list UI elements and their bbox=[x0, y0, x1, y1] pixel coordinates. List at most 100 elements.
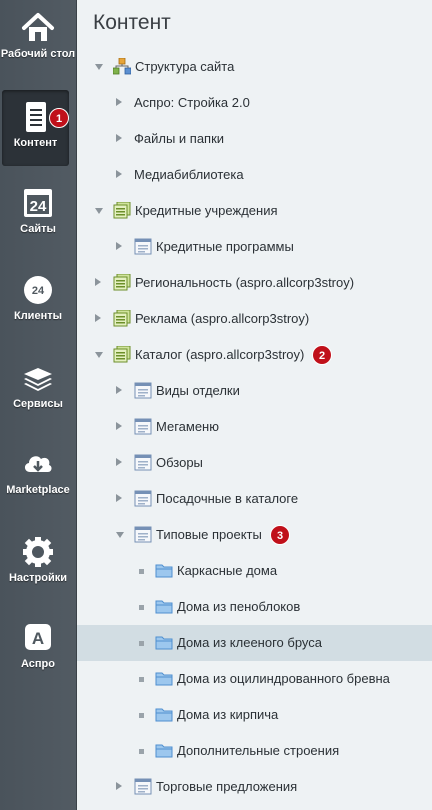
nav-marketplace[interactable]: Marketplace bbox=[0, 448, 76, 497]
tree-item[interactable]: Типовые проекты 3 bbox=[77, 517, 432, 553]
tree-item-label: Мегаменю bbox=[156, 419, 219, 434]
expand-arrow-down-icon[interactable] bbox=[116, 532, 124, 538]
tree-item[interactable]: Каркасные дома bbox=[77, 553, 432, 589]
expand-arrow-right-icon[interactable] bbox=[116, 494, 122, 502]
nav-sites[interactable]: 24 Сайты bbox=[0, 187, 76, 236]
iblock-icon bbox=[134, 238, 152, 255]
iblock-type-icon bbox=[113, 345, 131, 363]
tree-item[interactable]: Реклама (aspro.allcorp3stroy) bbox=[77, 301, 432, 337]
tree-item[interactable]: Файлы и папки bbox=[77, 121, 432, 157]
tree-item-label: Кредитные учреждения bbox=[135, 203, 278, 218]
page-title: Контент bbox=[93, 11, 171, 34]
expand-arrow-down-icon[interactable] bbox=[95, 352, 103, 358]
tree-item[interactable]: Дополнительные строения bbox=[77, 733, 432, 769]
tree-item-label: Аспро: Стройка 2.0 bbox=[134, 95, 250, 110]
tree-item-label: Виды отделки bbox=[156, 383, 240, 398]
expand-arrow-right-icon[interactable] bbox=[116, 386, 122, 394]
expand-arrow-right-icon[interactable] bbox=[116, 98, 122, 106]
tree-item-label: Типовые проекты bbox=[156, 527, 262, 542]
tree-item-label: Дополнительные строения bbox=[177, 743, 340, 758]
tree-item[interactable]: Кредитные учреждения bbox=[77, 193, 432, 229]
clients-number: 24 bbox=[32, 285, 45, 297]
tree-item-label: Дома из кирпича bbox=[177, 707, 279, 722]
tree-item-label: Дома из клееного бруса bbox=[177, 635, 322, 650]
folder-icon bbox=[155, 634, 173, 651]
nav-aspro-label: Аспро bbox=[21, 658, 55, 670]
tree-item[interactable]: Региональность (aspro.allcorp3stroy) bbox=[77, 265, 432, 301]
nav-desktop[interactable]: Рабочий стол bbox=[0, 12, 76, 61]
gear-icon bbox=[23, 537, 53, 567]
expand-arrow-down-icon[interactable] bbox=[95, 64, 103, 70]
tree-item[interactable]: Посадочные в каталоге bbox=[77, 481, 432, 517]
tree-item-label: Каталог (aspro.allcorp3stroy) bbox=[135, 347, 305, 362]
tree-item-label: Торговые предложения bbox=[156, 779, 298, 794]
iblock-type-icon bbox=[113, 273, 131, 291]
nav-services-label: Сервисы bbox=[13, 398, 63, 410]
cloud-24-icon: 24 bbox=[24, 276, 52, 304]
folder-icon bbox=[155, 598, 173, 615]
tree-item[interactable]: Мегаменю bbox=[77, 409, 432, 445]
tree-item[interactable]: Аспро: Стройка 2.0 bbox=[77, 85, 432, 121]
nav-clients-label: Клиенты bbox=[13, 310, 62, 322]
iblock-type-icon bbox=[113, 309, 131, 327]
tree-item[interactable]: Виды отделки bbox=[77, 373, 432, 409]
tree-item[interactable]: Медиабиблиотека bbox=[77, 157, 432, 193]
tree-item[interactable]: Каталог (aspro.allcorp3stroy) 2 bbox=[77, 337, 432, 373]
folder-icon bbox=[155, 670, 173, 687]
calendar-number: 24 bbox=[30, 198, 47, 215]
tree-item[interactable]: Дома из кирпича bbox=[77, 697, 432, 733]
iblock-icon bbox=[134, 526, 152, 543]
nav-sites-label: Сайты bbox=[20, 223, 56, 235]
calendar-icon: 24 bbox=[24, 189, 52, 217]
tree-item-label: Структура сайта bbox=[135, 59, 235, 74]
nav-desktop-label: Рабочий стол bbox=[0, 48, 76, 60]
aspro-letter: A bbox=[32, 629, 44, 648]
cloud-download-icon bbox=[24, 456, 52, 472]
tree-item[interactable]: Дома из пеноблоков bbox=[77, 589, 432, 625]
expand-arrow-right-icon[interactable] bbox=[95, 314, 101, 322]
bullet-icon bbox=[139, 749, 144, 754]
folder-icon bbox=[155, 706, 173, 723]
tree-item[interactable]: Обзоры bbox=[77, 445, 432, 481]
folder-icon bbox=[155, 742, 173, 759]
layers-icon bbox=[24, 368, 52, 391]
nav-settings[interactable]: Настройки bbox=[0, 536, 76, 585]
tree-item[interactable]: Кредитные программы bbox=[77, 229, 432, 265]
expand-arrow-down-icon[interactable] bbox=[95, 208, 103, 214]
tree-item[interactable]: Торговые предложения bbox=[77, 769, 432, 805]
bullet-icon bbox=[139, 605, 144, 610]
nav-clients[interactable]: 24 Клиенты bbox=[0, 274, 76, 323]
sidebar: Рабочий стол Контент 1 24 Сайты 24 Клиен… bbox=[0, 0, 77, 810]
home-icon bbox=[22, 13, 54, 41]
aspro-logo-icon: A bbox=[25, 624, 51, 650]
nav-content-label: Контент bbox=[13, 137, 58, 149]
iblock-icon bbox=[134, 454, 152, 471]
nav-content[interactable]: Контент 1 bbox=[2, 90, 69, 166]
nav-services[interactable]: Сервисы bbox=[0, 362, 76, 411]
expand-arrow-right-icon[interactable] bbox=[116, 170, 122, 178]
expand-arrow-right-icon[interactable] bbox=[116, 134, 122, 142]
expand-arrow-right-icon[interactable] bbox=[116, 782, 122, 790]
expand-arrow-right-icon[interactable] bbox=[116, 422, 122, 430]
tree-item-label: Медиабиблиотека bbox=[134, 167, 244, 182]
tree-item[interactable]: Структура сайта bbox=[77, 49, 432, 85]
iblock-icon bbox=[134, 490, 152, 507]
tree-item[interactable]: Дома из клееного бруса bbox=[77, 625, 432, 661]
expand-arrow-right-icon[interactable] bbox=[95, 278, 101, 286]
content-panel: Контент Структура сайта Аспро: Стройка 2.… bbox=[77, 0, 432, 810]
iblock-icon bbox=[134, 778, 152, 795]
expand-arrow-right-icon[interactable] bbox=[116, 458, 122, 466]
step-badge-3: 3 bbox=[270, 525, 290, 545]
tree-item-label: Региональность (aspro.allcorp3stroy) bbox=[135, 275, 355, 290]
tree-item-label: Посадочные в каталоге bbox=[156, 491, 299, 506]
tree-item-label: Дома из пеноблоков bbox=[177, 599, 301, 614]
tree-item-label: Файлы и папки bbox=[134, 131, 225, 146]
expand-arrow-right-icon[interactable] bbox=[116, 242, 122, 250]
nav-marketplace-label: Marketplace bbox=[6, 484, 70, 496]
nav-aspro[interactable]: A Аспро bbox=[0, 622, 76, 671]
step-badge-2: 2 bbox=[312, 345, 332, 365]
nav-settings-label: Настройки bbox=[8, 572, 68, 584]
bullet-icon bbox=[139, 713, 144, 718]
tree-item[interactable]: Дома из оцилиндрованного бревна bbox=[77, 661, 432, 697]
iblock-type-icon bbox=[113, 201, 131, 219]
